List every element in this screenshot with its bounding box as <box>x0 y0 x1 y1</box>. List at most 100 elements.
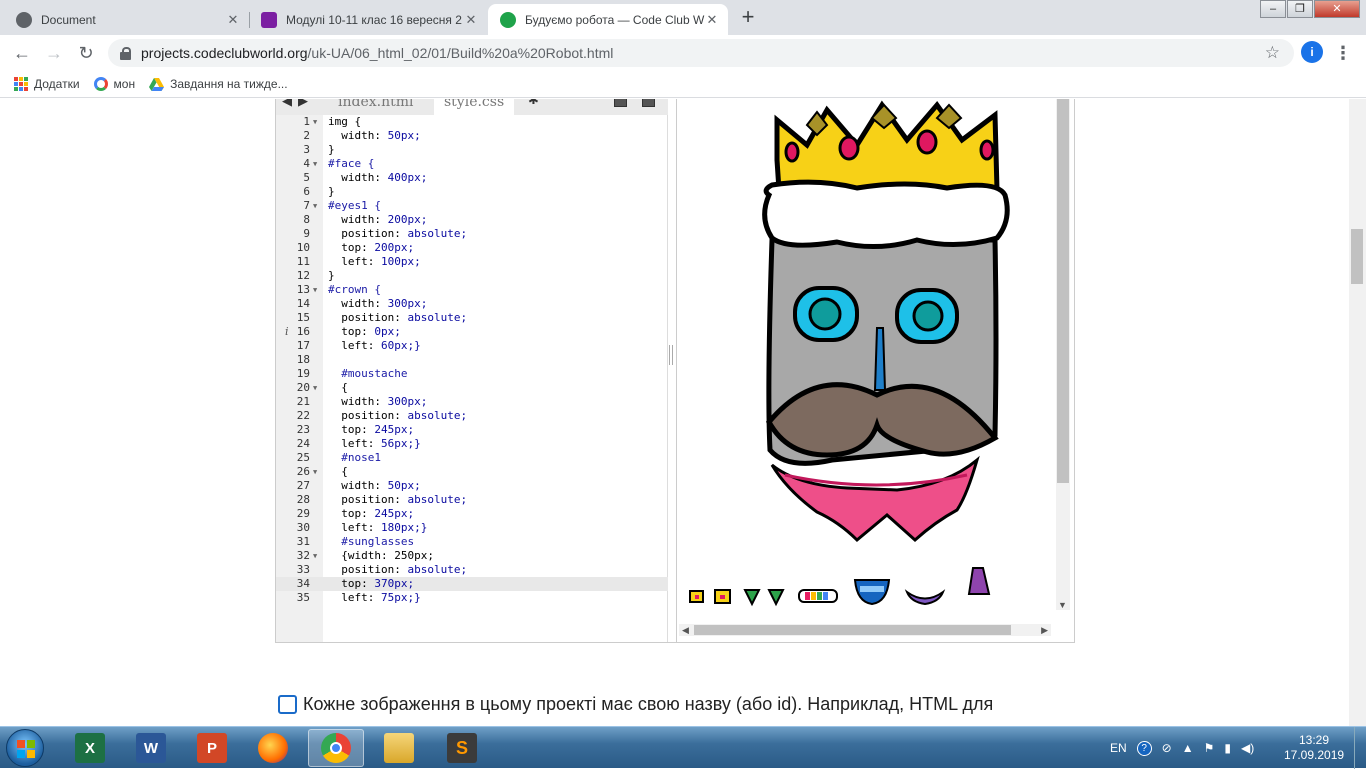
code-line[interactable]: 2 width: 50px; <box>276 129 668 143</box>
code-line[interactable]: 13 ▼ #crown { <box>276 283 668 297</box>
code-line[interactable]: 12} <box>276 269 668 283</box>
code-line[interactable]: 3} <box>276 143 668 157</box>
page-scrollbar[interactable] <box>1349 99 1366 726</box>
code-line[interactable]: 5 width: 400px; <box>276 171 668 185</box>
tab-build-robot[interactable]: Будуємо робота — Code Club W ✕ <box>488 4 728 35</box>
chevron-right-icon[interactable]: ▶ <box>298 99 308 109</box>
bookmark-mon[interactable]: мон <box>93 77 135 91</box>
taskbar-powerpoint[interactable]: P <box>184 729 240 767</box>
part-triangle-icon[interactable] <box>743 589 761 607</box>
scroll-right-icon[interactable]: ▶ <box>1041 624 1048 636</box>
task-checkbox[interactable] <box>278 695 297 714</box>
fullscreen-icon[interactable] <box>642 99 655 107</box>
code-line[interactable]: 28 position: absolute; <box>276 493 668 507</box>
file-tab-index-html[interactable]: index.html <box>328 99 423 115</box>
taskbar-excel[interactable]: X <box>62 729 118 767</box>
arrow-up-icon[interactable]: ▲ <box>1182 741 1194 755</box>
fold-arrow-icon[interactable]: ▼ <box>313 199 317 213</box>
close-icon[interactable]: ✕ <box>463 12 479 28</box>
code-line[interactable]: 24 left: 56px;} <box>276 437 668 451</box>
save-icon[interactable] <box>614 99 627 107</box>
info-icon[interactable]: i <box>285 325 289 339</box>
scrollbar-thumb[interactable] <box>1057 99 1069 483</box>
profile-avatar[interactable]: i <box>1301 41 1323 63</box>
bookmark-star-icon[interactable]: ☆ <box>1265 43 1280 63</box>
code-line[interactable]: 11 left: 100px; <box>276 255 668 269</box>
code-line[interactable]: 15 position: absolute; <box>276 311 668 325</box>
scroll-down-icon[interactable]: ▼ <box>1058 600 1067 610</box>
show-desktop-button[interactable] <box>1354 727 1366 769</box>
tab-document[interactable]: Document ✕ <box>4 4 249 35</box>
chevron-left-icon[interactable]: ◀ <box>282 99 292 109</box>
code-line[interactable]: 23 top: 245px; <box>276 423 668 437</box>
code-line[interactable]: 34 top: 370px; <box>276 577 668 591</box>
scrollbar-thumb[interactable] <box>1351 229 1363 284</box>
scrollbar-thumb[interactable] <box>694 625 1011 635</box>
taskbar-word[interactable]: W <box>123 729 179 767</box>
code-line[interactable]: 16 i top: 0px; <box>276 325 668 339</box>
part-triangle-icon[interactable] <box>767 589 785 607</box>
close-icon[interactable]: ✕ <box>704 12 720 28</box>
new-tab-button[interactable]: + <box>735 5 761 31</box>
code-line[interactable]: 20 ▼ { <box>276 381 668 395</box>
code-area[interactable]: 1 ▼ img {2 width: 50px; 3} 4 ▼ #face {5 width:… <box>276 115 668 605</box>
address-bar[interactable]: projects.codeclubworld.org/uk-UA/06_html… <box>108 39 1294 67</box>
taskbar-sublime[interactable]: S <box>434 729 490 767</box>
code-line[interactable]: 19 #moustache <box>276 367 668 381</box>
code-line[interactable]: 9 position: absolute; <box>276 227 668 241</box>
code-line[interactable]: 33 position: absolute; <box>276 563 668 577</box>
code-line[interactable]: 29 top: 245px; <box>276 507 668 521</box>
battery-icon[interactable]: ▮ <box>1224 741 1231 755</box>
start-button[interactable] <box>6 729 44 767</box>
file-tab-style-css[interactable]: style.css <box>434 99 515 115</box>
taskbar-firefox[interactable] <box>245 729 301 767</box>
gear-icon[interactable]: ✱ <box>528 99 539 108</box>
menu-icon[interactable]: ⋮ <box>1334 41 1352 65</box>
help-icon[interactable]: ? <box>1136 740 1152 756</box>
code-line[interactable]: 21 width: 300px; <box>276 395 668 409</box>
volume-icon[interactable]: ◀) <box>1241 741 1254 755</box>
preview-vertical-scrollbar[interactable]: ▼ <box>1056 99 1070 610</box>
code-line[interactable]: 17 left: 60px;} <box>276 339 668 353</box>
code-line[interactable]: 10 top: 200px; <box>276 241 668 255</box>
code-line[interactable]: 4 ▼ #face { <box>276 157 668 171</box>
language-indicator[interactable]: EN <box>1110 741 1127 755</box>
reload-icon[interactable]: ↻ <box>74 41 98 65</box>
code-line[interactable]: 27 width: 50px; <box>276 479 668 493</box>
code-line[interactable]: 30 left: 180px;} <box>276 521 668 535</box>
flag-icon[interactable]: ⚑ <box>1204 741 1215 755</box>
code-line[interactable]: 31 #sunglasses <box>276 535 668 549</box>
lock-icon[interactable] <box>120 46 131 60</box>
code-line[interactable]: 6} <box>276 185 668 199</box>
clock[interactable]: 13:29 17.09.2019 <box>1284 733 1344 763</box>
code-line[interactable]: 26 ▼ { <box>276 465 668 479</box>
code-line[interactable]: 32 ▼ {width: 250px; <box>276 549 668 563</box>
code-line[interactable]: 14 width: 300px; <box>276 297 668 311</box>
back-icon[interactable]: ← <box>10 41 34 65</box>
fold-arrow-icon[interactable]: ▼ <box>313 115 317 129</box>
network-icon[interactable]: ⊘ <box>1162 741 1172 755</box>
code-line[interactable]: 7 ▼ #eyes1 { <box>276 199 668 213</box>
fold-arrow-icon[interactable]: ▼ <box>313 465 317 479</box>
part-hat-icon[interactable] <box>967 567 991 595</box>
code-line[interactable]: 8 width: 200px; <box>276 213 668 227</box>
fold-arrow-icon[interactable]: ▼ <box>313 157 317 171</box>
code-line[interactable]: 18 <box>276 353 668 367</box>
code-line[interactable]: 35 left: 75px;} <box>276 591 668 605</box>
scroll-left-icon[interactable]: ◀ <box>682 624 689 636</box>
close-icon[interactable]: ✕ <box>225 12 241 28</box>
code-line[interactable]: 22 position: absolute; <box>276 409 668 423</box>
taskbar-explorer[interactable] <box>371 729 427 767</box>
code-line[interactable]: 25 #nose1 <box>276 451 668 465</box>
tab-modules[interactable]: Модулі 10-11 клас 16 вересня 2 ✕ <box>249 4 487 35</box>
code-line[interactable]: 1 ▼ img { <box>276 115 668 129</box>
fold-arrow-icon[interactable]: ▼ <box>313 549 317 563</box>
maximize-button[interactable]: ❐ <box>1287 0 1313 18</box>
pane-splitter[interactable] <box>669 345 673 365</box>
fold-arrow-icon[interactable]: ▼ <box>313 283 317 297</box>
taskbar-chrome[interactable] <box>308 729 364 767</box>
fold-arrow-icon[interactable]: ▼ <box>313 381 317 395</box>
minimize-button[interactable]: – <box>1260 0 1286 18</box>
forward-icon[interactable]: → <box>42 41 66 65</box>
close-window-button[interactable]: ✕ <box>1314 0 1360 18</box>
